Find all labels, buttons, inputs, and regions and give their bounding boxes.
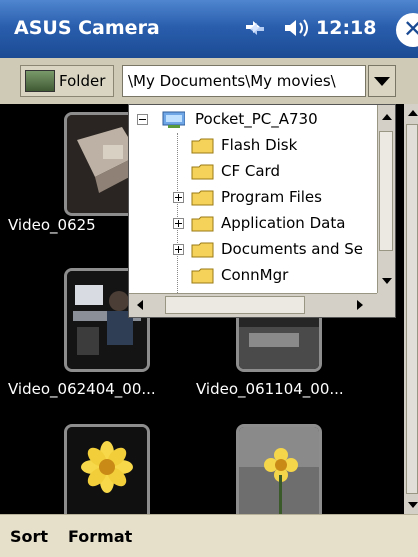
flower-thumbnail-image <box>239 427 319 514</box>
device-screen: ASUS Camera 12:18 ✕ Folder \My Documents… <box>0 0 418 557</box>
video-caption: Video_061104_00... <box>196 380 344 398</box>
tree-item-label: Application Data <box>221 214 346 232</box>
tree-item-root[interactable]: Pocket_PC_A730 <box>129 107 377 133</box>
scrollbar-thumb[interactable] <box>406 124 418 494</box>
scrollbar-thumb[interactable] <box>165 296 305 314</box>
gallery-scrollbar[interactable] <box>404 104 418 514</box>
tree-item-documents-and-settings[interactable]: Documents and Se <box>129 237 377 263</box>
tree-item-label: Flash Disk <box>221 136 298 154</box>
folder-icon <box>191 268 214 284</box>
clock: 12:18 <box>316 17 377 39</box>
tree-item-label: Pocket_PC_A730 <box>195 110 318 128</box>
folder-tree-popup: Pocket_PC_A730 Flash Disk CF Card Progra… <box>128 104 396 318</box>
expand-icon[interactable] <box>173 218 184 229</box>
signal-icon[interactable] <box>243 17 267 39</box>
format-menu[interactable]: Format <box>68 527 132 546</box>
tree-vertical-scrollbar[interactable] <box>377 105 395 293</box>
app-title: ASUS Camera <box>14 17 160 39</box>
folder-thumbnail-icon <box>25 70 55 92</box>
flower-thumbnail-image <box>67 427 147 514</box>
close-icon[interactable]: ✕ <box>396 13 418 47</box>
tree-item-connmgr[interactable]: ConnMgr <box>129 263 377 289</box>
title-bar: ASUS Camera 12:18 ✕ <box>0 0 418 58</box>
expand-icon[interactable] <box>173 192 184 203</box>
folder-icon <box>191 242 214 258</box>
video-caption: Video_0625 <box>8 216 96 234</box>
path-text: \My Documents\My movies\ <box>128 72 336 90</box>
path-combobox[interactable]: \My Documents\My movies\ <box>122 65 366 97</box>
scroll-up-icon[interactable] <box>382 114 392 120</box>
tree-item-flash-disk[interactable]: Flash Disk <box>129 133 377 159</box>
scroll-up-icon[interactable] <box>408 110 418 116</box>
volume-icon[interactable] <box>283 17 311 39</box>
video-thumbnail[interactable] <box>64 424 150 514</box>
tree-item-label: Documents and Se <box>221 240 364 258</box>
tree-item-label: ConnMgr <box>221 266 289 284</box>
video-thumbnail[interactable] <box>236 424 322 514</box>
collapse-icon[interactable] <box>137 114 148 125</box>
expand-icon[interactable] <box>173 244 184 255</box>
sort-menu[interactable]: Sort <box>10 527 48 546</box>
scroll-down-icon[interactable] <box>408 502 418 508</box>
folder-icon <box>191 164 214 180</box>
scrollbar-thumb[interactable] <box>379 131 393 251</box>
pocket-pc-icon <box>162 111 185 128</box>
folder-toolbar: Folder \My Documents\My movies\ <box>0 58 418 105</box>
video-caption: Video_062404_00... <box>8 380 156 398</box>
path-dropdown-button[interactable] <box>368 65 396 97</box>
tree-item-label: CF Card <box>221 162 280 180</box>
tree-horizontal-scrollbar[interactable] <box>129 293 377 317</box>
folder-icon <box>191 216 214 232</box>
scroll-down-icon[interactable] <box>382 278 392 284</box>
folder-button[interactable]: Folder <box>20 65 114 97</box>
scroll-left-icon[interactable] <box>137 300 143 310</box>
tree-item-program-files[interactable]: Program Files <box>129 185 377 211</box>
folder-button-label: Folder <box>59 72 106 90</box>
folder-icon <box>191 190 214 206</box>
chevron-down-icon <box>374 77 390 86</box>
tree-item-application-data[interactable]: Application Data <box>129 211 377 237</box>
menu-bar: Sort Format <box>0 514 418 557</box>
folder-icon <box>191 138 214 154</box>
tree-item-cf-card[interactable]: CF Card <box>129 159 377 185</box>
scroll-right-icon[interactable] <box>357 300 363 310</box>
tree-item-label: Program Files <box>221 188 322 206</box>
scrollbar-corner <box>377 293 395 317</box>
